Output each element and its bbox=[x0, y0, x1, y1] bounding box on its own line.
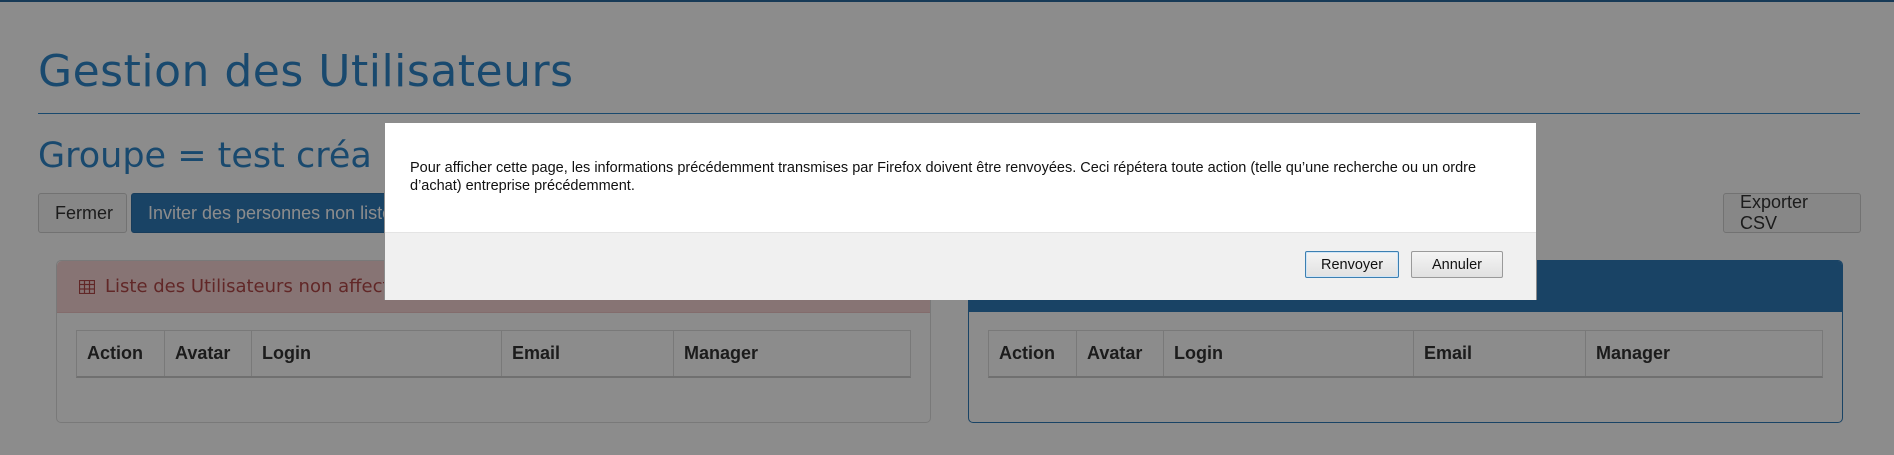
dialog-message: Pour afficher cette page, les informatio… bbox=[410, 160, 1477, 194]
cancel-button[interactable]: Annuler bbox=[1411, 251, 1503, 278]
resend-confirmation-dialog: Pour afficher cette page, les informatio… bbox=[384, 122, 1537, 300]
dialog-footer: Renvoyer Annuler bbox=[385, 232, 1536, 300]
resend-button[interactable]: Renvoyer bbox=[1305, 251, 1399, 278]
